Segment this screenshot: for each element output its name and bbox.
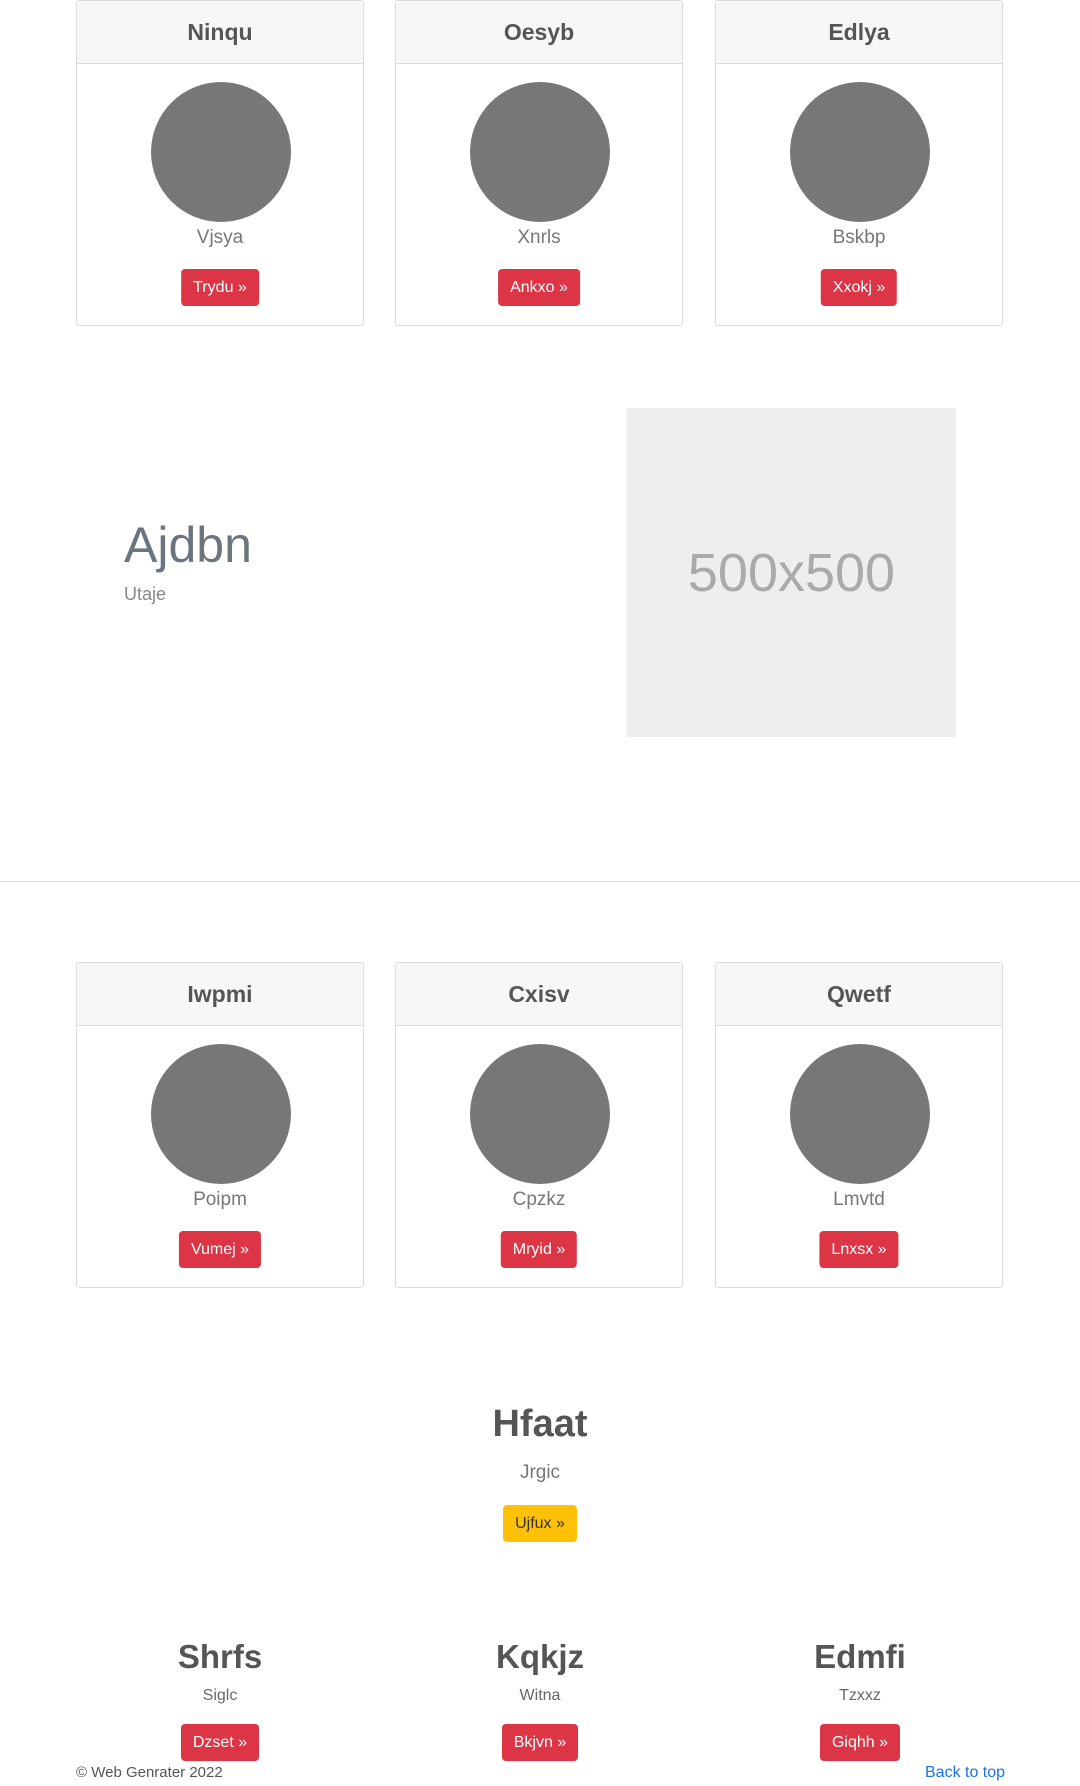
- column-button[interactable]: Bkjvn »: [502, 1724, 578, 1761]
- profile-card: Ninqu Vjsya Trydu »: [76, 0, 364, 326]
- avatar: [470, 1044, 610, 1184]
- card-button[interactable]: Trydu »: [181, 269, 259, 306]
- profile-card: Edlya Bskbp Xxokj »: [715, 0, 1003, 326]
- card-title: Qwetf: [716, 963, 1002, 1026]
- column-subtitle: Siglc: [202, 1687, 238, 1704]
- card-title: Iwpmi: [77, 963, 363, 1026]
- card-title: Edlya: [716, 1, 1002, 64]
- avatar: [790, 82, 930, 222]
- card-title: Ninqu: [77, 1, 363, 64]
- feature-subtitle: Utaje: [124, 584, 167, 604]
- card-name: Bskbp: [832, 227, 886, 248]
- feature-title: Ajdbn: [124, 517, 252, 573]
- card-button[interactable]: Mryid »: [500, 1231, 578, 1268]
- section-title: Hfaat: [492, 1403, 588, 1445]
- card-name: Poipm: [193, 1189, 247, 1210]
- card-name: Vjsya: [196, 227, 244, 248]
- column-subtitle: Tzxxz: [839, 1687, 881, 1704]
- column-button[interactable]: Giqhh »: [820, 1724, 900, 1761]
- profile-card: Qwetf Lmvtd Lnxsx »: [715, 962, 1003, 1288]
- column-button[interactable]: Dzset »: [181, 1724, 259, 1761]
- avatar: [151, 1044, 291, 1184]
- column-title: Edmfi: [814, 1638, 906, 1675]
- card-title: Cxisv: [396, 963, 682, 1026]
- card-button[interactable]: Xxokj »: [820, 269, 898, 306]
- column-title: Kqkjz: [495, 1638, 584, 1675]
- copyright-text: © Web Genrater 2022: [76, 1764, 223, 1781]
- column-subtitle: Witna: [519, 1687, 561, 1704]
- avatar: [470, 82, 610, 222]
- avatar: [151, 82, 291, 222]
- profile-card: Oesyb Xnrls Ankxo »: [395, 0, 683, 326]
- profile-card: Cxisv Cpzkz Mryid »: [395, 962, 683, 1288]
- column-title: Shrfs: [177, 1638, 263, 1675]
- image-placeholder: 500x500: [627, 408, 956, 737]
- card-name: Lmvtd: [833, 1189, 885, 1210]
- card-button[interactable]: Ankxo »: [498, 269, 580, 306]
- card-name: Xnrls: [517, 227, 561, 248]
- card-title: Oesyb: [396, 1, 682, 64]
- section-subtitle: Jrgic: [519, 1462, 561, 1483]
- section-divider: [0, 881, 1080, 882]
- card-button[interactable]: Vumej »: [178, 1231, 262, 1268]
- avatar: [790, 1044, 930, 1184]
- profile-card: Iwpmi Poipm Vumej »: [76, 962, 364, 1288]
- center-button[interactable]: Ujfux »: [503, 1505, 577, 1542]
- back-to-top-link[interactable]: Back to top: [925, 1764, 1005, 1782]
- card-button[interactable]: Lnxsx »: [819, 1231, 899, 1268]
- card-name: Cpzkz: [512, 1189, 566, 1210]
